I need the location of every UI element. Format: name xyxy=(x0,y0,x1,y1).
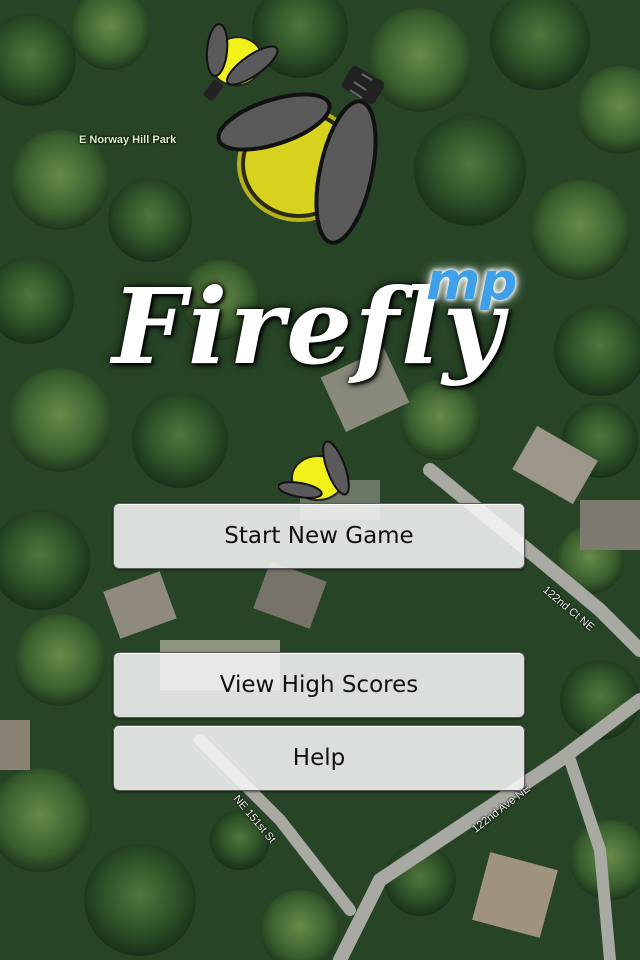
game-logo: Firefly mp xyxy=(112,254,542,402)
logo-suffix: mp xyxy=(426,252,518,312)
view-high-scores-button[interactable]: View High Scores xyxy=(113,652,525,718)
start-new-game-label: Start New Game xyxy=(224,523,414,549)
start-new-game-button[interactable]: Start New Game xyxy=(113,503,525,569)
help-button[interactable]: Help xyxy=(113,725,525,791)
park-label: E Norway Hill Park xyxy=(79,134,177,146)
help-label: Help xyxy=(292,745,346,771)
firefly-icon xyxy=(216,66,385,245)
view-high-scores-label: View High Scores xyxy=(219,672,419,698)
firefly-icon xyxy=(278,440,350,501)
